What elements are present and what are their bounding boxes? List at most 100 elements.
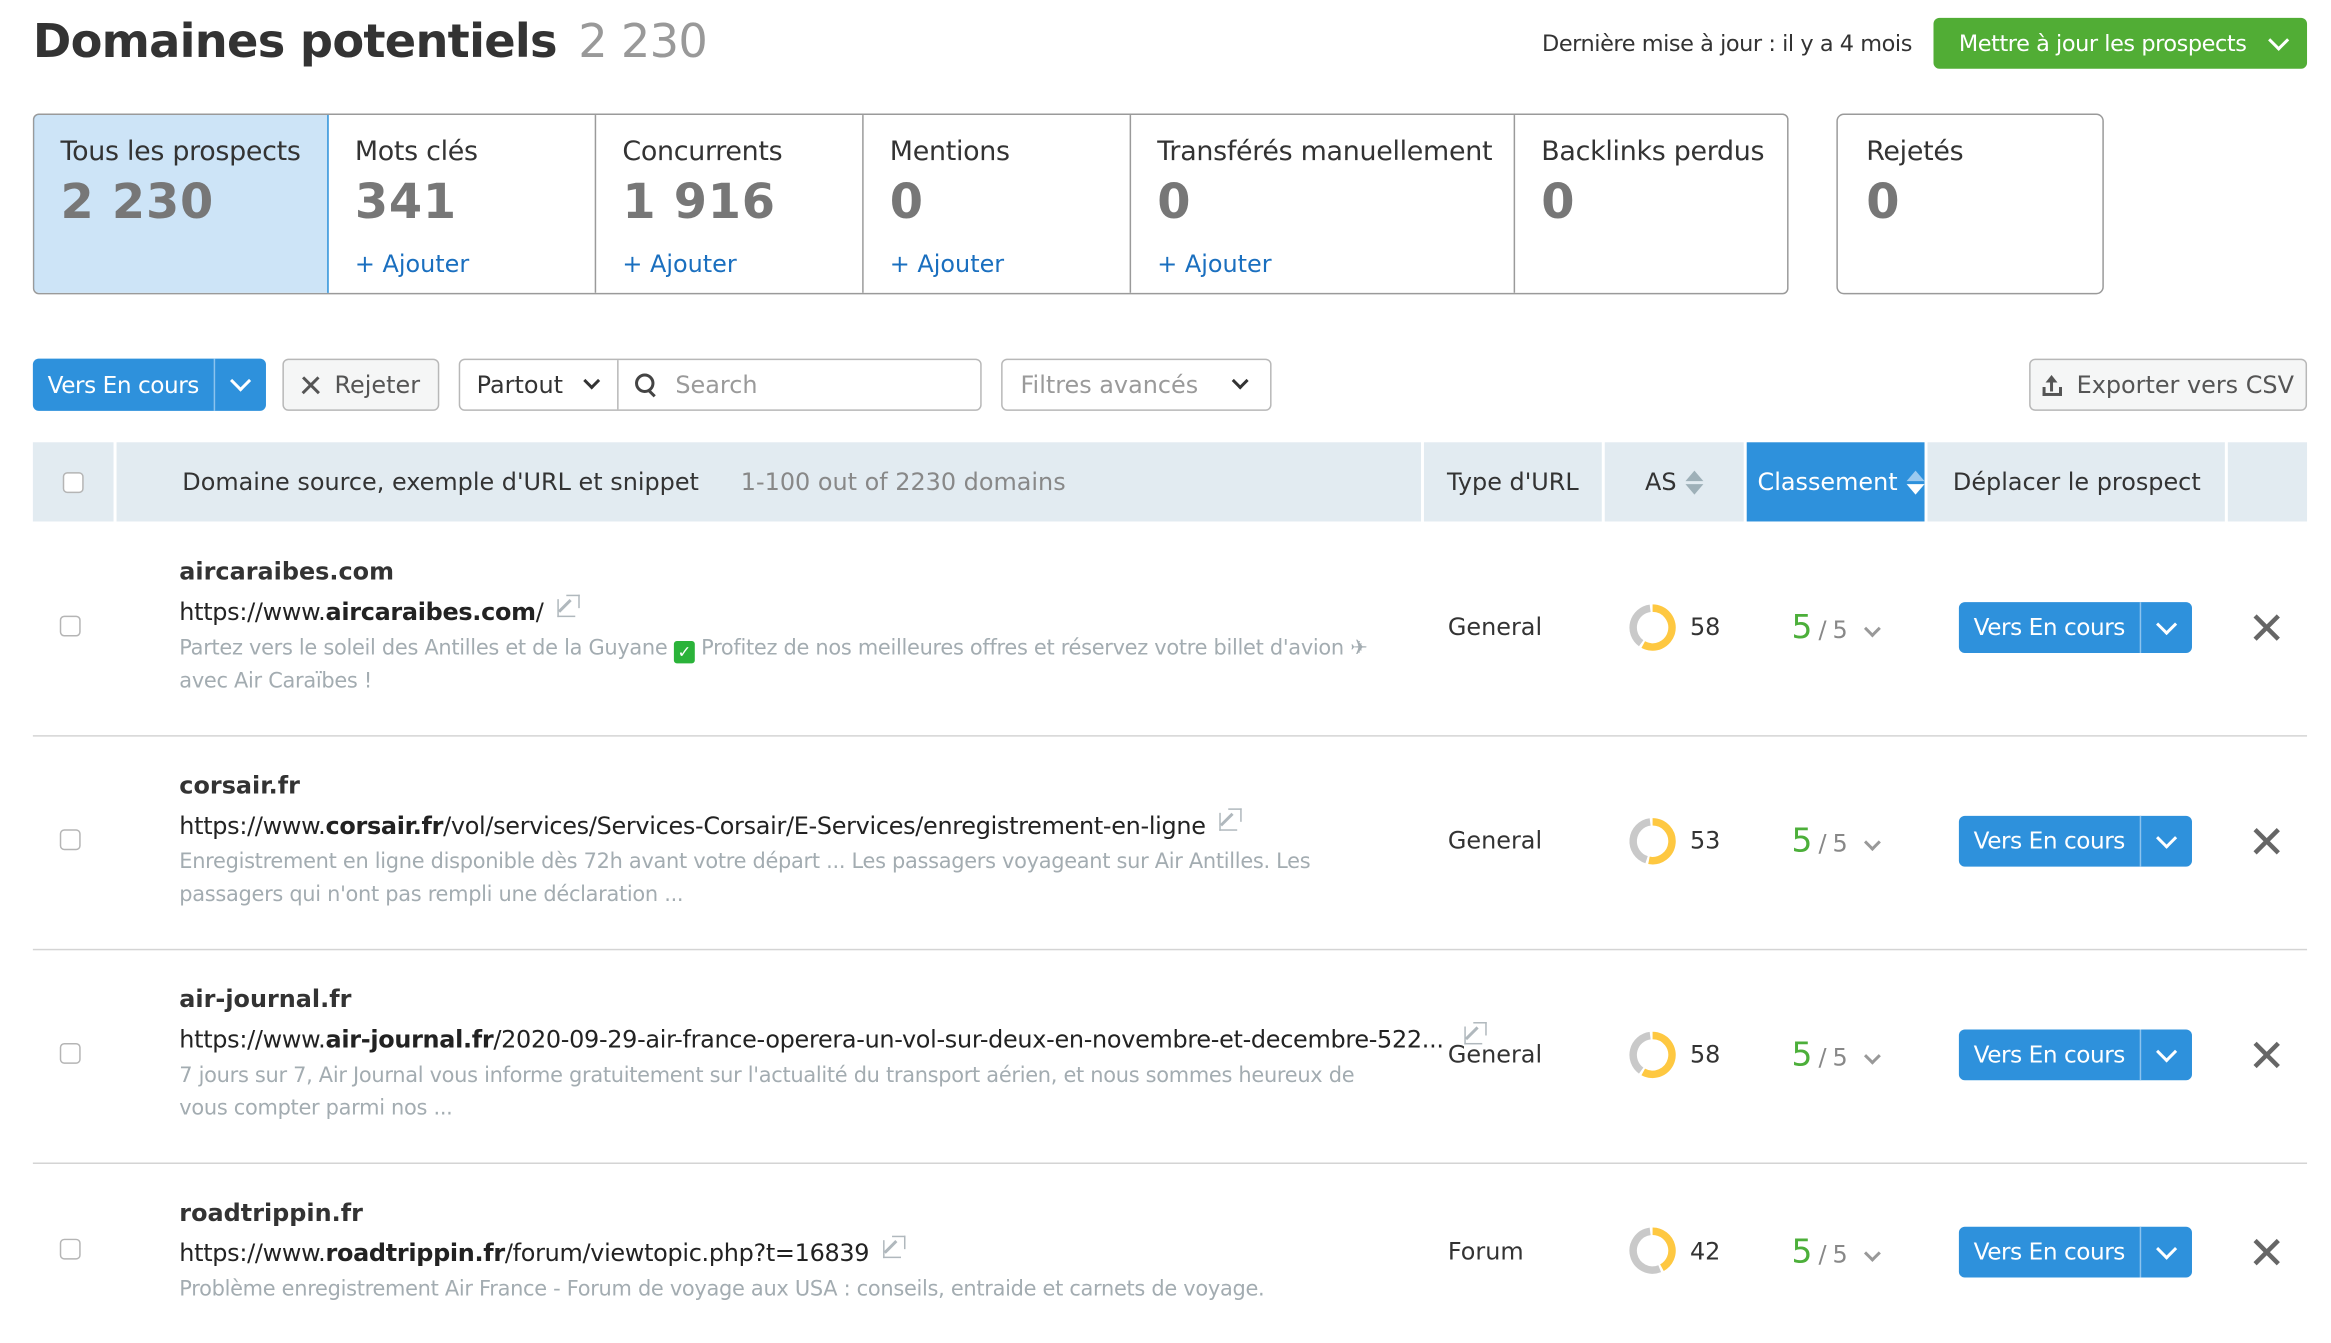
row-checkbox[interactable] (59, 829, 81, 851)
column-as-label: AS (1645, 467, 1677, 497)
close-icon (2258, 1243, 2276, 1261)
row-checkbox[interactable] (59, 615, 81, 637)
column-url-type-label: Type d'URL (1447, 467, 1579, 497)
column-source: Domaine source, exemple d'URL et snippet… (116, 442, 1421, 522)
snippet-text: Partez vers le soleil des Antilles et de… (179, 636, 668, 661)
row-reject-button[interactable] (2252, 826, 2282, 856)
row-move-button[interactable]: Vers En cours (1959, 602, 2142, 653)
row-move-button[interactable]: Vers En cours (1959, 815, 2142, 867)
row-authority-score: 58 (1689, 1039, 1721, 1069)
tab-keywords[interactable]: Mots clés 341 + Ajouter (328, 115, 596, 293)
chevron-down-icon (1863, 834, 1881, 851)
row-move-button[interactable]: Vers En cours (1959, 1029, 2142, 1081)
table-row: roadtrippin.fr https://www. roadtrippin.f… (33, 1164, 2307, 1343)
tab-manually-transferred[interactable]: Transférés manuellement 0 + Ajouter (1130, 115, 1515, 293)
last-update-text: Dernière mise à jour : il y a 4 mois (1542, 29, 1912, 57)
donut-fill (1641, 604, 1676, 651)
bulk-reject-button[interactable]: Rejeter (282, 358, 440, 411)
advanced-filters-select[interactable]: Filtres avancés (1001, 358, 1272, 411)
add-competitors-link[interactable]: + Ajouter (622, 250, 736, 278)
column-ranking-sort[interactable]: Classement (1746, 442, 1925, 522)
donut-fill (1641, 1031, 1676, 1079)
row-checkbox[interactable] (59, 1238, 81, 1260)
add-keywords-link[interactable]: + Ajouter (355, 250, 469, 278)
add-manual-link[interactable]: + Ajouter (1157, 250, 1271, 278)
row-ranking-select[interactable]: 5 / 5 (1792, 610, 1881, 647)
bulk-move-button[interactable]: Vers En cours (33, 358, 216, 411)
row-move-dropdown-toggle[interactable] (2141, 1030, 2192, 1081)
external-link-icon[interactable] (1219, 807, 1242, 831)
tab-count: 0 (1157, 173, 1192, 231)
row-authority-score: 42 (1689, 1237, 1721, 1266)
ranking-value: 5 (1791, 1234, 1813, 1272)
donut-fill (1648, 818, 1676, 865)
close-icon (2258, 1046, 2276, 1064)
tab-label: Concurrents (622, 135, 783, 168)
row-url[interactable]: https://www. air-journal.fr/2020-09-29-ai… (179, 1021, 1488, 1053)
ranking-max: 5 (1832, 829, 1848, 858)
ranking-separator: / (1818, 829, 1827, 858)
search-input[interactable] (672, 369, 948, 401)
page-title-count: 2 230 (578, 14, 708, 69)
search-scope-select[interactable]: Partout (460, 360, 619, 410)
authority-score-donut (1629, 818, 1676, 865)
tab-rejected[interactable]: Rejetés 0 (1836, 113, 2104, 295)
row-ranking-select[interactable]: 5 / 5 (1792, 823, 1881, 861)
row-domain: air-journal.fr (179, 984, 352, 1014)
url-domain: corsair.fr (325, 811, 444, 840)
search-box (619, 360, 981, 409)
row-move-split-button: Vers En cours (1958, 602, 2192, 653)
row-move-dropdown-toggle[interactable] (2141, 816, 2192, 867)
row-checkbox[interactable] (59, 1042, 81, 1064)
donut-track (1629, 818, 1651, 864)
row-move-split-button: Vers En cours (1958, 1029, 2192, 1081)
sort-icon (1685, 469, 1704, 494)
tab-mentions[interactable]: Mentions 0 + Ajouter (863, 115, 1131, 293)
url-prefix: https://www. (179, 811, 326, 840)
tab-competitors[interactable]: Concurrents 1 916 + Ajouter (595, 115, 863, 293)
row-move-dropdown-toggle[interactable] (2141, 1227, 2192, 1278)
external-link-icon[interactable] (882, 1234, 906, 1258)
donut-track (1629, 1031, 1651, 1074)
column-as-sort[interactable]: AS (1604, 442, 1744, 522)
row-move-dropdown-toggle[interactable] (2141, 602, 2192, 653)
column-source-label: Domaine source, exemple d'URL et snippet (182, 467, 699, 497)
bulk-move-split-button: Vers En cours (32, 358, 266, 411)
select-all-checkbox[interactable] (62, 471, 84, 493)
row-reject-button[interactable] (2252, 613, 2282, 643)
tab-label: Mots clés (354, 135, 478, 168)
tab-all-prospects[interactable]: Tous les prospects 2 230 (34, 115, 328, 293)
row-snippet: Problème enregistrement Air France - For… (179, 1277, 1265, 1302)
row-ranking-select[interactable]: 5 / 5 (1792, 1037, 1881, 1074)
chevron-down-icon (230, 370, 252, 392)
row-ranking-select[interactable]: 5 / 5 (1791, 1234, 1881, 1272)
row-authority-score: 53 (1689, 826, 1721, 855)
add-mentions-link[interactable]: + Ajouter (890, 250, 1004, 278)
table-row: air-journal.fr https://www. air-journal.f… (32, 950, 2308, 1164)
row-url[interactable]: https://www. aircaraibes.com / (179, 593, 580, 626)
column-move-label: Déplacer le prospect (1952, 467, 2201, 497)
row-reject-button[interactable] (2252, 1237, 2282, 1267)
external-link-icon[interactable] (556, 593, 580, 617)
donut-track (1629, 1227, 1662, 1274)
pagination-info: 1-100 out of 2230 domains (740, 467, 1066, 497)
row-url[interactable]: https://www. roadtrippin.fr/forum/viewtop… (179, 1234, 906, 1267)
ranking-max: 5 (1832, 1042, 1848, 1072)
search-icon (635, 372, 656, 397)
table-row: aircaraibes.com https://www. aircaraibes.… (32, 521, 2308, 737)
row-reject-button[interactable] (2252, 1040, 2282, 1070)
row-move-split-button: Vers En cours (1958, 815, 2192, 867)
tab-label: Mentions (889, 135, 1010, 168)
update-prospects-label: Mettre à jour les prospects (1958, 29, 2247, 57)
row-move-button[interactable]: Vers En cours (1959, 1226, 2142, 1278)
tab-lost-backlinks[interactable]: Backlinks perdus 0 (1514, 115, 1787, 293)
chevron-down-icon (583, 372, 601, 390)
page-title: Domaines potentiels 2 230 (33, 14, 708, 69)
row-url-type: Forum (1447, 1237, 1524, 1266)
export-csv-label: Exporter vers CSV (2076, 370, 2294, 399)
bulk-move-dropdown-toggle[interactable] (215, 359, 266, 411)
export-csv-button[interactable]: Exporter vers CSV (2029, 358, 2308, 411)
row-url[interactable]: https://www. corsair.fr/vol/services/Serv… (179, 807, 1242, 840)
row-move-split-button: Vers En cours (1958, 1226, 2192, 1278)
update-prospects-button[interactable]: Mettre à jour les prospects (1933, 17, 2308, 69)
